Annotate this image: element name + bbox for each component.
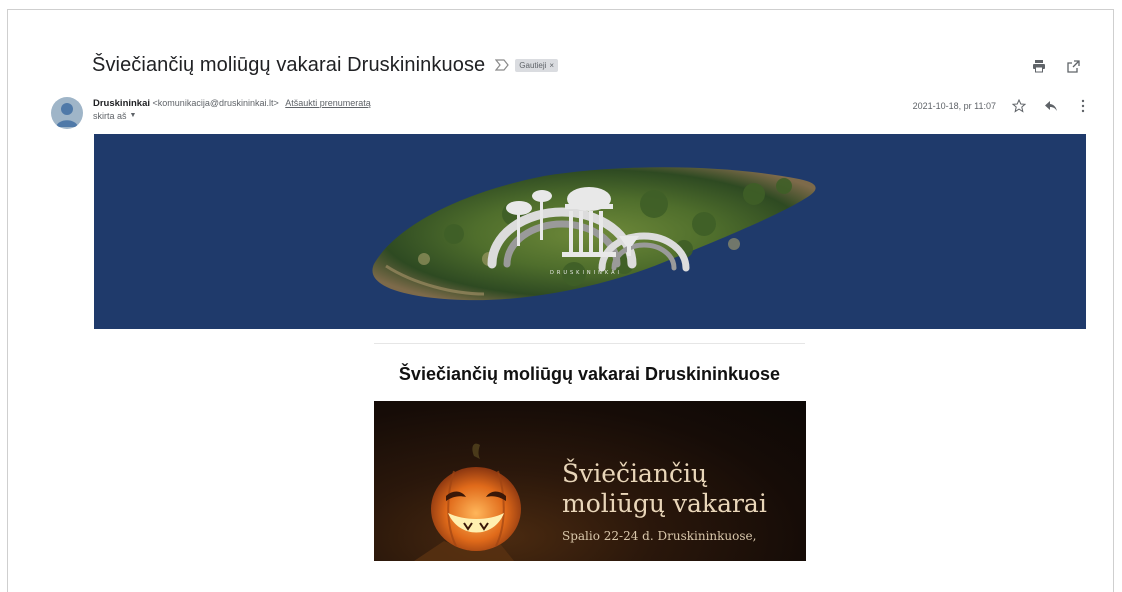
- chevron-down-icon: ▼: [129, 112, 137, 119]
- open-in-new-window-icon[interactable]: [1064, 57, 1082, 75]
- sender-info: Druskininkai <komunikacija@druskininkai.…: [93, 97, 371, 122]
- star-icon[interactable]: [1010, 97, 1028, 115]
- avatar-icon[interactable]: [51, 97, 83, 129]
- message-actions: 2021-10-18, pr 11:07: [913, 97, 1092, 115]
- remove-label-icon[interactable]: ×: [549, 61, 554, 70]
- inbox-label-chip[interactable]: Gautieji ×: [515, 58, 559, 72]
- print-icon[interactable]: [1030, 57, 1048, 75]
- newsletter-title: Šviečiančių moliūgų vakarai Druskininkuo…: [398, 364, 781, 384]
- message-date: 2021-10-18, pr 11:07: [912, 101, 996, 111]
- sender-name[interactable]: Druskininkai: [93, 98, 150, 109]
- hero-text: Šviečiančių moliūgų vakarai Spalio 22-24…: [562, 459, 767, 543]
- newsletter-banner: DRUSKININKAI: [94, 134, 1086, 329]
- reply-icon[interactable]: [1042, 97, 1060, 115]
- top-actions: [1030, 57, 1082, 75]
- unsubscribe-link[interactable]: Atšaukti prenumeratą: [285, 98, 371, 108]
- hero-image: Šviečiančių moliūgų vakarai Spalio 22-24…: [374, 401, 806, 561]
- recipient-text: skirta aš: [93, 111, 127, 121]
- sender-email: <komunikacija@druskininkai.lt>: [152, 98, 279, 108]
- email-subject: Šviečiančių moliūgų vakarai Druskininkuo…: [92, 53, 486, 76]
- content-divider: [374, 343, 805, 344]
- more-vertical-icon[interactable]: [1074, 97, 1092, 115]
- hero-heading-line2: moliūgų vakarai: [562, 489, 767, 518]
- label-text: Gautieji: [519, 60, 547, 70]
- banner-logo-text: DRUSKININKAI: [550, 270, 622, 276]
- hero-heading-line1: Šviečiančių: [562, 459, 708, 488]
- important-marker-icon[interactable]: [495, 59, 510, 71]
- subject-row: Šviečiančių moliūgų vakarai Druskininkuo…: [92, 52, 559, 78]
- recipient-details-toggle[interactable]: skirta aš ▼: [93, 110, 371, 122]
- banner-island-logo: DRUSKININKAI: [372, 167, 816, 301]
- hero-subtitle: Spalio 22-24 d. Druskininkuose,: [562, 529, 757, 543]
